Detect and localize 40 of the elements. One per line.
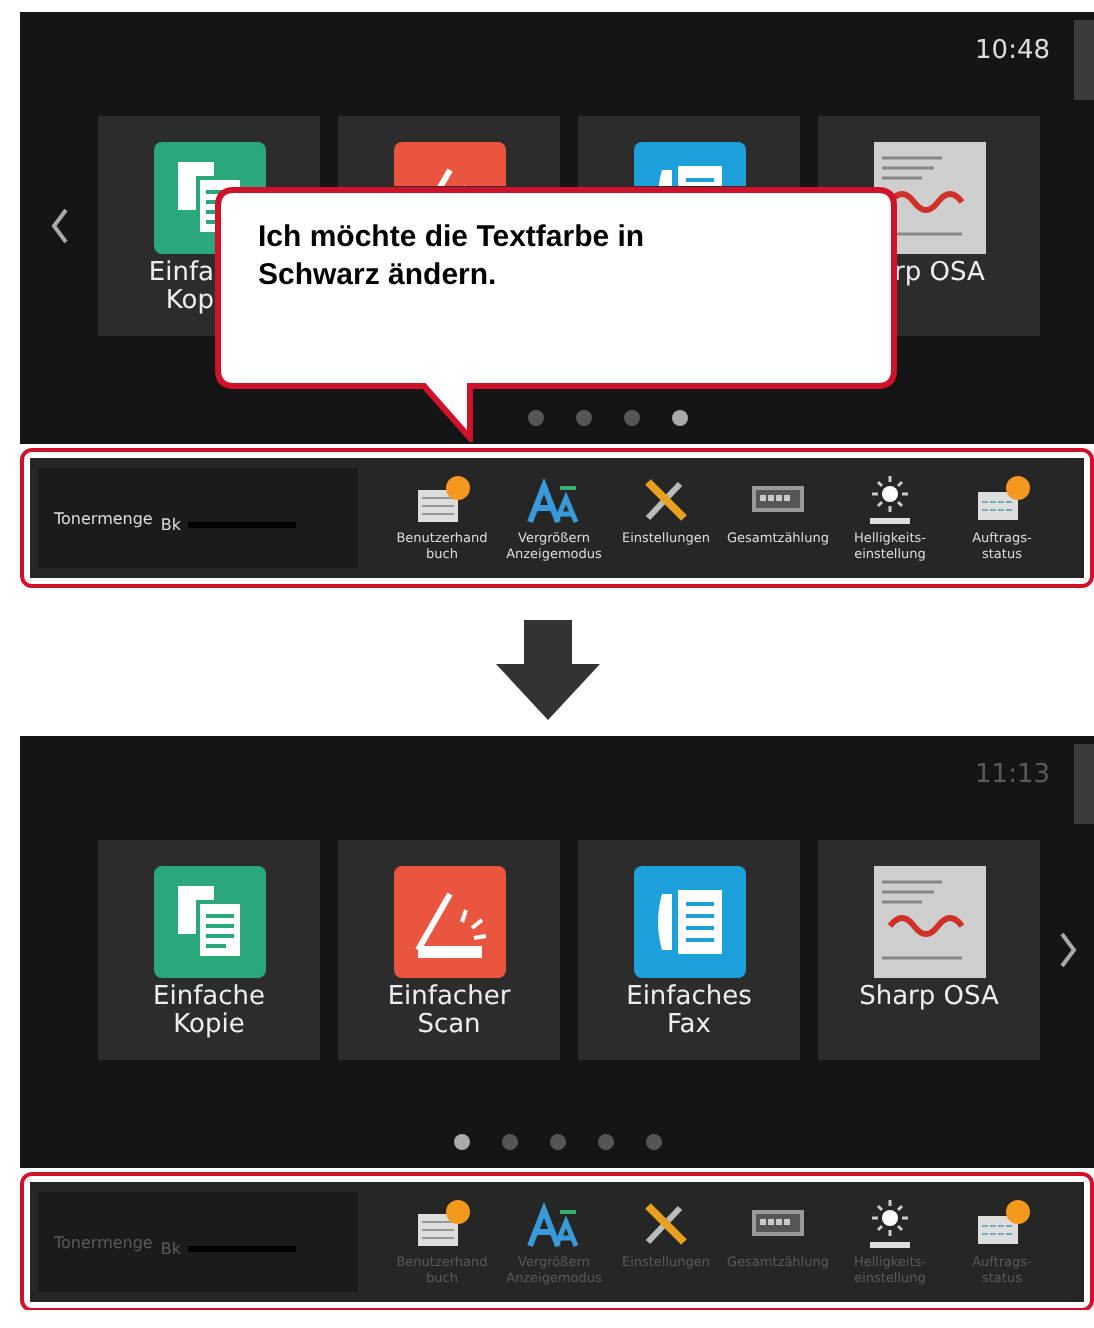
scanner-icon	[393, 866, 505, 978]
page-dot[interactable]	[671, 410, 687, 426]
clock-time: 11:13	[975, 760, 1050, 790]
toner-color-label: Bk	[160, 1239, 181, 1257]
app-tile[interactable]: Einfaches Fax	[578, 840, 800, 1060]
tile-label: Einfache Kopie	[151, 984, 267, 1040]
app-tile[interactable]: Einfache Kopie	[98, 840, 320, 1060]
toner-label: Tonermenge	[54, 509, 153, 527]
tile-label: Einfacher Scan	[385, 984, 513, 1040]
text-size-icon	[526, 1198, 582, 1250]
page-dot[interactable]	[549, 1134, 565, 1150]
page-dot[interactable]	[501, 1134, 517, 1150]
page-dot[interactable]	[645, 1134, 661, 1150]
manual-icon	[414, 1198, 470, 1250]
page-dot[interactable]	[575, 410, 591, 426]
page-dot[interactable]	[453, 1134, 469, 1150]
next-page-icon[interactable]	[1057, 930, 1077, 970]
app-tile[interactable]: Sharp OSA	[818, 840, 1040, 1060]
down-arrow-icon	[495, 620, 599, 720]
app-tile[interactable]: Einfacher Scan	[338, 840, 560, 1060]
job-status-icon	[974, 474, 1030, 526]
callout-tooltip: Ich möchte die Textfarbe in Schwarz ändern.	[214, 186, 898, 442]
page-dot[interactable]	[623, 410, 639, 426]
document-icon	[873, 866, 985, 978]
clock-time: 10:48	[975, 36, 1050, 66]
fax-icon	[633, 142, 745, 186]
text-size-icon	[526, 474, 582, 526]
tile-label: Einfa Kop	[148, 260, 214, 316]
toner-label: Tonermenge	[54, 1233, 153, 1251]
page-dot[interactable]	[527, 410, 543, 426]
fax-icon	[633, 866, 745, 978]
page-dot[interactable]	[597, 1134, 613, 1150]
previous-page-icon[interactable]	[49, 206, 69, 246]
toner-color-label: Bk	[160, 515, 181, 533]
tile-label: Sharp OSA	[857, 984, 1001, 1012]
tile-label: Einfaches Fax	[624, 984, 754, 1040]
scanner-icon	[393, 142, 505, 186]
job-status-icon	[974, 1198, 1030, 1250]
copy-icon	[153, 866, 265, 978]
manual-icon	[414, 474, 470, 526]
